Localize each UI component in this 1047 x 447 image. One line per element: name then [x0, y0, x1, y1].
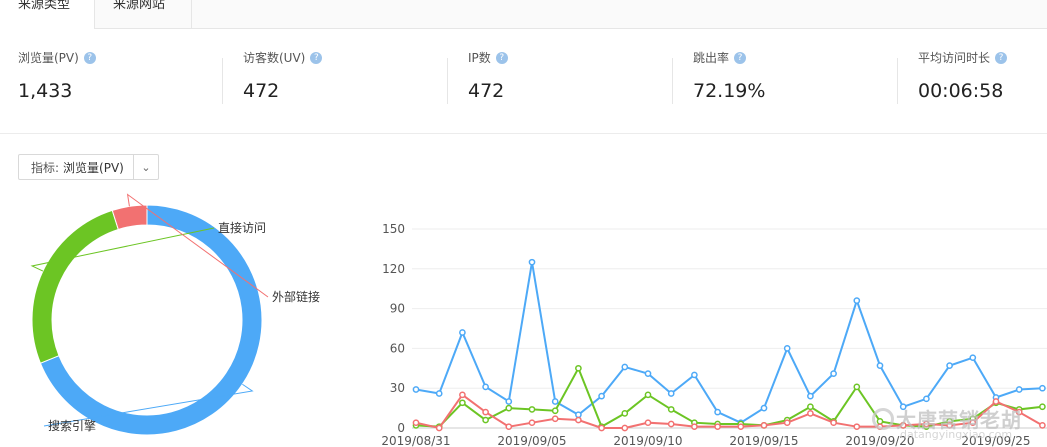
watermark: 大唐营销老胡 datangyingxiao.com: [868, 404, 1047, 447]
data-point: [482, 383, 489, 391]
data-point: [876, 362, 884, 369]
data-point: [923, 395, 930, 403]
data-point: [760, 404, 768, 412]
data-point: [667, 420, 675, 428]
y-tick-label: 90: [390, 302, 405, 316]
data-point: [644, 419, 652, 427]
data-point: [598, 424, 605, 432]
data-point: [621, 410, 629, 417]
donut-label: 搜索引擎: [48, 418, 96, 433]
data-point: [459, 391, 466, 399]
data-point: [1015, 386, 1023, 393]
data-point: [435, 424, 443, 432]
data-point: [783, 419, 791, 427]
data-point: [621, 363, 629, 371]
data-point: [667, 406, 675, 413]
data-point: [412, 386, 420, 393]
watermark-logo-icon: [872, 408, 894, 430]
data-point: [598, 392, 605, 400]
data-point: [575, 411, 582, 419]
x-tick-label: 2019/09/15: [729, 434, 798, 447]
data-point: [505, 404, 513, 412]
data-point: [969, 354, 977, 362]
data-point: [528, 258, 536, 266]
data-point: [435, 390, 443, 397]
y-tick-label: 150: [382, 222, 405, 236]
data-point: [830, 370, 837, 377]
data-point: [551, 415, 559, 423]
data-point: [714, 408, 721, 416]
data-point: [783, 345, 791, 352]
donut-slice: [111, 204, 148, 231]
data-point: [575, 364, 582, 372]
data-point: [505, 398, 513, 405]
data-point: [737, 423, 745, 431]
data-point: [575, 416, 582, 424]
donut-label: 外部链接: [272, 289, 320, 304]
y-tick-label: 30: [390, 381, 405, 395]
data-point: [482, 408, 489, 416]
data-point: [667, 390, 675, 397]
y-tick-label: 120: [382, 262, 405, 276]
data-point: [853, 297, 861, 304]
y-tick-label: 0: [397, 421, 405, 435]
data-point: [505, 423, 513, 431]
x-tick-label: 2019/09/10: [613, 434, 682, 447]
charts-canvas: 搜索引擎 直接访问外部链接 0 30 60 90 120 150 2019/08/31 2019/…: [30, 193, 1047, 447]
data-point: [853, 383, 861, 391]
data-point: [459, 399, 466, 407]
data-point: [459, 329, 466, 336]
data-point: [644, 370, 652, 377]
data-point: [691, 423, 698, 431]
watermark-url: datangyingxiao.com: [900, 428, 1013, 441]
data-point: [621, 424, 629, 432]
data-point: [412, 419, 420, 427]
data-point: [482, 416, 489, 424]
donut-label: 直接访问: [218, 220, 266, 235]
data-point: [1039, 384, 1046, 392]
data-point: [853, 423, 861, 431]
data-point: [760, 421, 768, 429]
data-point: [946, 362, 953, 369]
data-point: [551, 398, 559, 405]
x-tick-label: 2019/08/31: [381, 434, 450, 447]
data-point: [528, 419, 536, 427]
donut-label-line: [126, 193, 269, 298]
data-point: [807, 410, 814, 417]
data-point: [714, 423, 721, 431]
y-tick-label: 60: [390, 341, 405, 355]
data-point: [644, 391, 652, 399]
donut-slice: [31, 209, 119, 364]
data-point: [528, 406, 536, 413]
data-point: [691, 371, 698, 379]
data-point: [807, 392, 814, 400]
x-tick-label: 2019/09/05: [497, 434, 566, 447]
data-point: [807, 403, 814, 411]
data-point: [551, 407, 559, 415]
data-point: [830, 419, 837, 427]
